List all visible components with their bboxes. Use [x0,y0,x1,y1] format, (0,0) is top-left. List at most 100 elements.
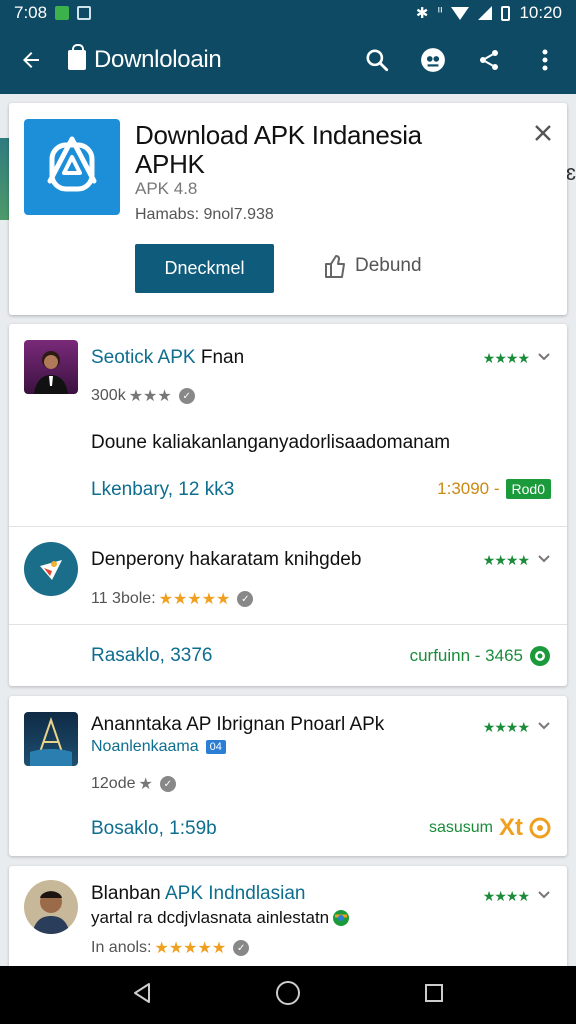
close-icon [535,125,551,141]
thumb-icon [325,255,345,278]
item-link[interactable]: Rasaklo, 3376 [91,645,212,667]
item-link[interactable]: Lkenbary, 12 kk3 [91,479,234,501]
nav-back-button[interactable] [131,981,153,1010]
app-version: APK 4.8 [135,179,198,198]
item-subtitle: yartal ra dcdjvlasnata ainlestatn [91,908,350,928]
person-image-icon [34,351,68,394]
item-rating-row: 300k ★★★ ✓ [91,386,195,406]
app-name: Download APK Indanesia APHK [135,120,422,179]
city-image-icon [30,716,72,766]
item-status-text: sasusum [428,819,493,836]
item-download-count: 300k [91,387,126,404]
app-bar: Downloloain [0,26,576,94]
item-status: curfuinn - 3465 [410,645,551,667]
nav-home-button[interactable] [275,980,301,1011]
item-status-tag: Rod0 [505,479,551,499]
overflow-menu-button[interactable] [532,47,558,73]
app-list-card[interactable]: Seotick APK Fnan ★★★★ 300k ★★★ ✓ Doune k… [9,324,567,686]
person-image-icon [32,891,70,934]
app-logo-icon [47,136,97,192]
rating-stars: ★ [138,776,153,793]
search-button[interactable] [364,47,390,73]
item-status: sasusum Xt [429,814,551,842]
circle-home-icon [276,980,300,1005]
item-download-count: 12ode [91,775,136,792]
item-rating-row: In anols: ★★★★★ ✓ [91,938,250,958]
check-icon: ✓ [237,591,254,607]
rating-stars: ★★★★★ [154,940,227,957]
status-bar: 7:08 ✱ ᑊᑊ 10:20 [0,0,576,26]
bluetooth-icon: ✱ [415,5,429,22]
status-time-left: 7:08 [14,3,48,22]
share-icon [480,50,498,70]
app-list-card[interactable]: Ananntaka AP Ibrignan Pnoarl APk Noanlen… [9,696,567,856]
item-title: Blanban APK Indndlasian [91,883,305,905]
item-download-count: 11 3bole: [91,590,156,607]
app-thumbnail [24,880,78,934]
check-icon: ✓ [178,388,195,404]
nav-recents-button[interactable] [423,982,445,1009]
app-list-card[interactable]: Blanban APK Indndlasian yartal ra dcdjvl… [9,866,567,976]
item-status: 1:3090 - Rod0 [437,479,551,499]
rating-stars: ★★★★★ [158,591,231,608]
secondary-action-label: Debund [355,255,422,276]
download-button[interactable]: Dneckmel [135,244,274,293]
back-button[interactable] [18,47,44,73]
item-title: Denperony hakaratam knihgdeb [91,549,362,570]
item-time: 1:3090 - [437,479,500,498]
item-rating-row: 11 3bole: ★★★★★ ✓ [91,589,254,609]
item-subtitle-text: yartal ra dcdjvlasnata ainlestatn [91,908,330,927]
item-title: Ananntaka AP Ibrignan Pnoarl APk [91,714,385,735]
close-button[interactable] [531,121,555,145]
item-subtitle-text: Noanlenkaama [91,738,199,755]
divider [9,526,567,527]
update-circle-icon [529,817,551,839]
status-time-right: 10:20 [519,3,562,22]
check-icon: ✓ [233,940,250,956]
share-button[interactable] [476,47,502,73]
item-description: Doune kaliakanlanganyadorlisaadomanam [91,432,451,453]
item-badge: Xt [499,814,523,841]
background-peek-glyph: ɛ [565,160,576,185]
app-meta: Hamabs: 9nol7.938 [135,206,274,223]
mini-rating-stars: ★★★★ [482,719,530,735]
item-link[interactable]: Bosaklo, 1:59b [91,818,217,840]
notification-icon [55,6,70,20]
battery-icon [501,5,511,21]
globe-icon [333,910,350,926]
secondary-action-button[interactable]: Debund [323,253,422,279]
chevron-down-icon[interactable] [537,552,551,566]
background-peek-image [0,138,9,220]
more-vertical-icon [542,49,548,71]
triangle-back-icon [134,982,150,1003]
item-download-count: In anols: [91,939,152,956]
app-icon [24,119,120,215]
app-thumbnail [24,712,78,766]
app-logo-icon [40,560,62,580]
square-recents-icon [425,983,443,1002]
chevron-down-icon[interactable] [537,888,551,902]
app-title: Downloloain [94,46,222,73]
mini-rating-stars: ★★★★ [482,350,530,366]
vibrate-icon: ᑊᑊ [437,5,443,20]
chevron-down-icon[interactable] [537,350,551,364]
system-nav-bar [0,966,576,1024]
account-button[interactable] [420,47,446,73]
item-title-main: Blanban [91,883,161,904]
item-status-text: curfuinn - 3465 [409,646,523,665]
shopping-bag-icon [68,44,86,70]
signal-icon [478,6,493,20]
item-title: Seotick APK Fnan [91,347,244,369]
image-notification-icon [77,6,92,20]
app-thumbnail [24,340,78,394]
account-icon [421,48,445,72]
search-icon [366,49,389,72]
app-thumbnail [24,542,78,596]
divider [9,624,567,625]
check-icon: ✓ [159,776,176,792]
chevron-down-icon[interactable] [537,719,551,733]
item-title-blue: APK Indndlasian [164,883,306,904]
arrow-left-icon [23,52,39,68]
item-subtitle: Noanlenkaama 04 [91,738,226,756]
app-header-card: Download APK Indanesia APHK APK 4.8 Hama… [9,103,567,315]
